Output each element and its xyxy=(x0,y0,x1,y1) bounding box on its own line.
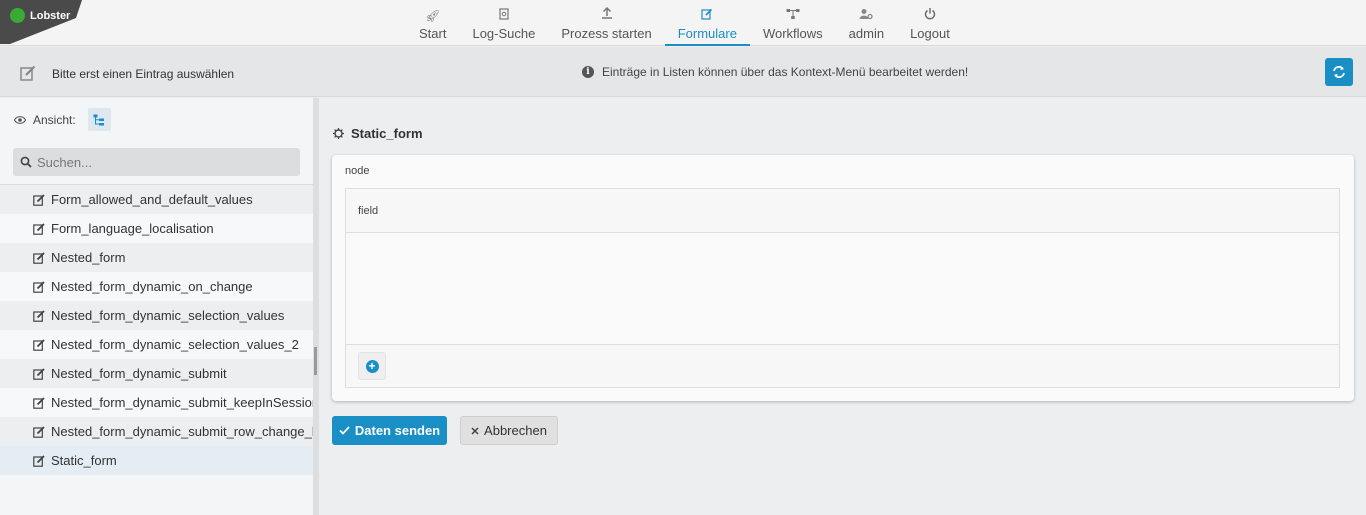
form-panel: Static_form node field + Daten senden Ab… xyxy=(319,98,1366,515)
close-icon xyxy=(471,423,479,438)
lobster-logo[interactable]: Lobster xyxy=(0,0,82,44)
resize-handle[interactable] xyxy=(314,347,317,375)
send-label: Daten senden xyxy=(354,423,441,438)
toolbar: Bitte erst einen Eintrag auswählen i Ein… xyxy=(0,47,1366,97)
logo-badge-icon xyxy=(10,8,25,23)
list-item[interactable]: Form_allowed_and_default_values xyxy=(0,185,314,214)
edit-icon xyxy=(701,7,713,25)
list-item[interactable]: Static_form xyxy=(0,446,314,475)
nav-label: Workflows xyxy=(762,26,823,41)
field-rows xyxy=(346,233,1339,345)
search-input[interactable] xyxy=(37,154,287,170)
form-title-text: Static_form xyxy=(351,126,423,141)
info-message: i Einträge in Listen können über das Kon… xyxy=(582,65,968,79)
nav-workflows[interactable]: Workflows xyxy=(750,0,836,46)
edit-icon xyxy=(33,338,45,351)
list-item[interactable]: Form_language_localisation xyxy=(0,214,314,243)
nav-log-suche[interactable]: Log-Suche xyxy=(459,0,548,46)
edit-icon xyxy=(20,65,36,81)
refresh-icon xyxy=(1333,66,1345,78)
list-item[interactable]: Nested_form_dynamic_on_change xyxy=(0,272,314,301)
nav-admin[interactable]: admin xyxy=(836,0,897,46)
send-data-button[interactable]: Daten senden xyxy=(332,416,447,445)
list-item[interactable]: Nested_form_dynamic_submit_keepInSession xyxy=(0,388,314,417)
info-text: Einträge in Listen können über das Konte… xyxy=(602,65,969,79)
edit-icon xyxy=(33,222,45,235)
list-item[interactable]: Nested_form_dynamic_selection_values_2 xyxy=(0,330,314,359)
list-item[interactable]: Nested_form_dynamic_selection_values xyxy=(0,301,314,330)
plus-circle-icon: + xyxy=(365,359,379,373)
main-nav: 🚀︎ Start Log-Suche Prozess starten Formu… xyxy=(406,0,963,46)
node-card: node field + xyxy=(332,155,1354,401)
user-gear-icon xyxy=(859,7,874,25)
edit-icon xyxy=(33,251,45,264)
list-item-label: Form_allowed_and_default_values xyxy=(51,192,253,207)
nav-label: admin xyxy=(848,26,885,41)
power-icon xyxy=(924,7,936,25)
field-header: field xyxy=(346,189,1339,233)
add-row-button[interactable]: + xyxy=(358,352,386,380)
nav-label: Logout xyxy=(910,26,950,41)
tree-view-button[interactable] xyxy=(87,108,111,131)
field-table: field + xyxy=(345,188,1340,388)
sidebar: Ansicht: Form_allowed_and_default_values… xyxy=(0,98,328,515)
selection-hint: Bitte erst einen Eintrag auswählen xyxy=(52,67,235,81)
refresh-button[interactable] xyxy=(1325,58,1353,86)
tree-view-icon xyxy=(93,114,105,125)
list-item-label: Nested_form_dynamic_submit xyxy=(51,366,227,381)
edit-icon xyxy=(33,367,45,380)
file-search-icon xyxy=(499,7,509,25)
list-item-label: Nested_form_dynamic_on_change xyxy=(51,279,253,294)
cancel-label: Abbrechen xyxy=(484,423,547,438)
edit-icon xyxy=(33,193,45,206)
list-item[interactable]: Nested_form_dynamic_submit xyxy=(0,359,314,388)
view-switcher: Ansicht: xyxy=(14,108,328,217)
info-icon: i xyxy=(582,66,594,78)
rocket-icon: 🚀︎ xyxy=(425,9,441,23)
nav-logout[interactable]: Logout xyxy=(897,0,963,46)
list-item-label: Nested_form_dynamic_submit_row_change_ki… xyxy=(51,424,314,439)
check-icon xyxy=(339,423,350,438)
node-label: node xyxy=(345,165,370,177)
edit-icon xyxy=(33,309,45,322)
list-item-label: Form_language_localisation xyxy=(51,221,214,236)
field-label: field xyxy=(358,205,379,217)
list-item[interactable]: Nested_form_dynamic_submit_row_change_ki… xyxy=(0,417,314,446)
nav-formulare[interactable]: Formulare xyxy=(664,0,750,46)
list-item-label: Nested_form_dynamic_submit_keepInSession xyxy=(51,395,314,410)
list-item-label: Nested_form_dynamic_selection_values xyxy=(51,308,285,323)
upload-icon xyxy=(601,6,613,25)
edit-icon xyxy=(33,396,45,409)
nav-label: Prozess starten xyxy=(561,26,652,41)
eye-icon xyxy=(14,115,26,124)
cancel-button[interactable]: Abbrechen xyxy=(460,416,558,445)
list-item-label: Nested_form_dynamic_selection_values_2 xyxy=(51,337,299,352)
logo-text: Lobster xyxy=(30,10,71,22)
workflow-icon xyxy=(786,7,800,25)
nav-prozess-starten[interactable]: Prozess starten xyxy=(548,0,664,46)
top-navigation-bar: Lobster 🚀︎ Start Log-Suche Prozess start… xyxy=(0,0,1366,46)
edit-icon xyxy=(33,454,45,467)
nav-label: Formulare xyxy=(677,26,737,41)
list-item-label: Nested_form xyxy=(51,250,126,265)
form-icon xyxy=(333,128,344,139)
view-label: Ansicht: xyxy=(33,112,76,127)
search-box[interactable] xyxy=(13,148,300,176)
search-icon xyxy=(20,156,32,168)
form-list: Form_allowed_and_default_values Form_lang… xyxy=(0,184,314,475)
nav-start[interactable]: 🚀︎ Start xyxy=(406,0,459,46)
nav-label: Start xyxy=(419,26,447,41)
list-item-label: Static_form xyxy=(51,453,117,468)
list-item[interactable]: Nested_form xyxy=(0,243,314,272)
edit-icon xyxy=(33,280,45,293)
edit-icon xyxy=(33,425,45,438)
form-title: Static_form xyxy=(333,126,423,141)
nav-label: Log-Suche xyxy=(472,26,536,41)
